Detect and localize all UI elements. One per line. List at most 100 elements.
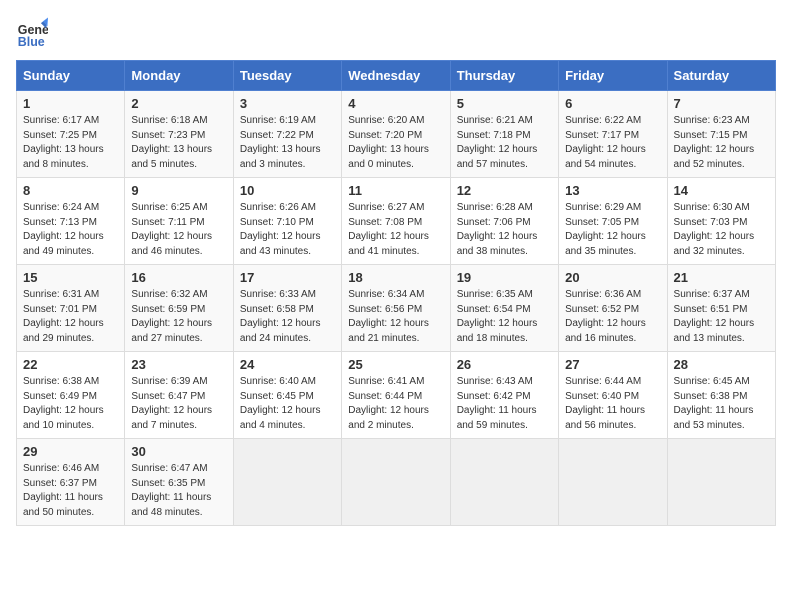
day-number: 17 (240, 270, 335, 285)
day-number: 30 (131, 444, 226, 459)
day-header-tuesday: Tuesday (233, 61, 341, 91)
calendar-cell: 10 Sunrise: 6:26 AM Sunset: 7:10 PM Dayl… (233, 178, 341, 265)
calendar-cell: 6 Sunrise: 6:22 AM Sunset: 7:17 PM Dayli… (559, 91, 667, 178)
calendar-cell (450, 439, 558, 526)
day-number: 8 (23, 183, 118, 198)
calendar-cell: 18 Sunrise: 6:34 AM Sunset: 6:56 PM Dayl… (342, 265, 450, 352)
cell-content: Sunrise: 6:30 AM Sunset: 7:03 PM Dayligh… (674, 201, 769, 259)
day-header-sunday: Sunday (17, 61, 125, 91)
cell-content: Sunrise: 6:31 AM Sunset: 7:01 PM Dayligh… (23, 288, 118, 346)
day-number: 15 (23, 270, 118, 285)
calendar-table: SundayMondayTuesdayWednesdayThursdayFrid… (16, 60, 776, 526)
calendar-cell: 26 Sunrise: 6:43 AM Sunset: 6:42 PM Dayl… (450, 352, 558, 439)
calendar-cell: 21 Sunrise: 6:37 AM Sunset: 6:51 PM Dayl… (667, 265, 775, 352)
calendar-cell: 11 Sunrise: 6:27 AM Sunset: 7:08 PM Dayl… (342, 178, 450, 265)
day-number: 10 (240, 183, 335, 198)
logo: General Blue (16, 16, 52, 48)
calendar-cell: 19 Sunrise: 6:35 AM Sunset: 6:54 PM Dayl… (450, 265, 558, 352)
cell-content: Sunrise: 6:44 AM Sunset: 6:40 PM Dayligh… (565, 375, 660, 433)
svg-text:Blue: Blue (18, 35, 45, 48)
day-number: 14 (674, 183, 769, 198)
cell-content: Sunrise: 6:43 AM Sunset: 6:42 PM Dayligh… (457, 375, 552, 433)
cell-content: Sunrise: 6:35 AM Sunset: 6:54 PM Dayligh… (457, 288, 552, 346)
day-header-friday: Friday (559, 61, 667, 91)
day-number: 4 (348, 96, 443, 111)
cell-content: Sunrise: 6:22 AM Sunset: 7:17 PM Dayligh… (565, 114, 660, 172)
day-number: 7 (674, 96, 769, 111)
cell-content: Sunrise: 6:40 AM Sunset: 6:45 PM Dayligh… (240, 375, 335, 433)
day-header-monday: Monday (125, 61, 233, 91)
calendar-cell (342, 439, 450, 526)
cell-content: Sunrise: 6:47 AM Sunset: 6:35 PM Dayligh… (131, 462, 226, 520)
calendar-cell: 4 Sunrise: 6:20 AM Sunset: 7:20 PM Dayli… (342, 91, 450, 178)
calendar-cell: 14 Sunrise: 6:30 AM Sunset: 7:03 PM Dayl… (667, 178, 775, 265)
calendar-week-1: 1 Sunrise: 6:17 AM Sunset: 7:25 PM Dayli… (17, 91, 776, 178)
day-number: 16 (131, 270, 226, 285)
cell-content: Sunrise: 6:37 AM Sunset: 6:51 PM Dayligh… (674, 288, 769, 346)
day-number: 21 (674, 270, 769, 285)
calendar-cell: 25 Sunrise: 6:41 AM Sunset: 6:44 PM Dayl… (342, 352, 450, 439)
calendar-cell (667, 439, 775, 526)
cell-content: Sunrise: 6:38 AM Sunset: 6:49 PM Dayligh… (23, 375, 118, 433)
cell-content: Sunrise: 6:18 AM Sunset: 7:23 PM Dayligh… (131, 114, 226, 172)
calendar-cell: 8 Sunrise: 6:24 AM Sunset: 7:13 PM Dayli… (17, 178, 125, 265)
calendar-cell: 30 Sunrise: 6:47 AM Sunset: 6:35 PM Dayl… (125, 439, 233, 526)
calendar-cell (559, 439, 667, 526)
cell-content: Sunrise: 6:39 AM Sunset: 6:47 PM Dayligh… (131, 375, 226, 433)
calendar-cell: 9 Sunrise: 6:25 AM Sunset: 7:11 PM Dayli… (125, 178, 233, 265)
cell-content: Sunrise: 6:46 AM Sunset: 6:37 PM Dayligh… (23, 462, 118, 520)
cell-content: Sunrise: 6:25 AM Sunset: 7:11 PM Dayligh… (131, 201, 226, 259)
day-number: 6 (565, 96, 660, 111)
calendar-cell: 16 Sunrise: 6:32 AM Sunset: 6:59 PM Dayl… (125, 265, 233, 352)
calendar-cell: 20 Sunrise: 6:36 AM Sunset: 6:52 PM Dayl… (559, 265, 667, 352)
calendar-cell: 29 Sunrise: 6:46 AM Sunset: 6:37 PM Dayl… (17, 439, 125, 526)
day-number: 20 (565, 270, 660, 285)
cell-content: Sunrise: 6:26 AM Sunset: 7:10 PM Dayligh… (240, 201, 335, 259)
cell-content: Sunrise: 6:29 AM Sunset: 7:05 PM Dayligh… (565, 201, 660, 259)
calendar-header: SundayMondayTuesdayWednesdayThursdayFrid… (17, 61, 776, 91)
day-number: 1 (23, 96, 118, 111)
cell-content: Sunrise: 6:24 AM Sunset: 7:13 PM Dayligh… (23, 201, 118, 259)
day-number: 11 (348, 183, 443, 198)
day-number: 5 (457, 96, 552, 111)
day-number: 29 (23, 444, 118, 459)
day-number: 22 (23, 357, 118, 372)
day-number: 28 (674, 357, 769, 372)
calendar-cell: 17 Sunrise: 6:33 AM Sunset: 6:58 PM Dayl… (233, 265, 341, 352)
cell-content: Sunrise: 6:36 AM Sunset: 6:52 PM Dayligh… (565, 288, 660, 346)
cell-content: Sunrise: 6:27 AM Sunset: 7:08 PM Dayligh… (348, 201, 443, 259)
cell-content: Sunrise: 6:23 AM Sunset: 7:15 PM Dayligh… (674, 114, 769, 172)
cell-content: Sunrise: 6:17 AM Sunset: 7:25 PM Dayligh… (23, 114, 118, 172)
logo-icon: General Blue (16, 16, 48, 48)
calendar-week-4: 22 Sunrise: 6:38 AM Sunset: 6:49 PM Dayl… (17, 352, 776, 439)
calendar-cell: 27 Sunrise: 6:44 AM Sunset: 6:40 PM Dayl… (559, 352, 667, 439)
calendar-cell: 13 Sunrise: 6:29 AM Sunset: 7:05 PM Dayl… (559, 178, 667, 265)
day-number: 23 (131, 357, 226, 372)
day-number: 19 (457, 270, 552, 285)
day-number: 3 (240, 96, 335, 111)
calendar-cell: 7 Sunrise: 6:23 AM Sunset: 7:15 PM Dayli… (667, 91, 775, 178)
calendar-cell: 23 Sunrise: 6:39 AM Sunset: 6:47 PM Dayl… (125, 352, 233, 439)
cell-content: Sunrise: 6:20 AM Sunset: 7:20 PM Dayligh… (348, 114, 443, 172)
calendar-cell: 28 Sunrise: 6:45 AM Sunset: 6:38 PM Dayl… (667, 352, 775, 439)
calendar-week-2: 8 Sunrise: 6:24 AM Sunset: 7:13 PM Dayli… (17, 178, 776, 265)
day-number: 18 (348, 270, 443, 285)
calendar-week-3: 15 Sunrise: 6:31 AM Sunset: 7:01 PM Dayl… (17, 265, 776, 352)
day-number: 24 (240, 357, 335, 372)
day-number: 27 (565, 357, 660, 372)
day-number: 13 (565, 183, 660, 198)
day-number: 25 (348, 357, 443, 372)
day-number: 9 (131, 183, 226, 198)
page-header: General Blue (16, 16, 776, 48)
calendar-cell: 22 Sunrise: 6:38 AM Sunset: 6:49 PM Dayl… (17, 352, 125, 439)
day-header-wednesday: Wednesday (342, 61, 450, 91)
calendar-cell: 1 Sunrise: 6:17 AM Sunset: 7:25 PM Dayli… (17, 91, 125, 178)
calendar-week-5: 29 Sunrise: 6:46 AM Sunset: 6:37 PM Dayl… (17, 439, 776, 526)
cell-content: Sunrise: 6:34 AM Sunset: 6:56 PM Dayligh… (348, 288, 443, 346)
day-header-thursday: Thursday (450, 61, 558, 91)
cell-content: Sunrise: 6:28 AM Sunset: 7:06 PM Dayligh… (457, 201, 552, 259)
calendar-cell: 2 Sunrise: 6:18 AM Sunset: 7:23 PM Dayli… (125, 91, 233, 178)
day-number: 12 (457, 183, 552, 198)
calendar-cell: 12 Sunrise: 6:28 AM Sunset: 7:06 PM Dayl… (450, 178, 558, 265)
calendar-cell (233, 439, 341, 526)
